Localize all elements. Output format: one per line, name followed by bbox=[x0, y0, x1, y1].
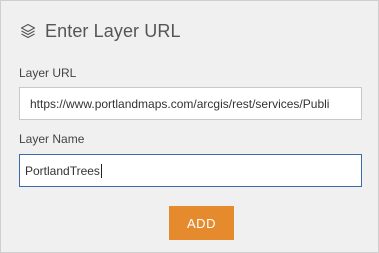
layer-name-value: PortlandTrees bbox=[25, 163, 100, 178]
panel-header: Enter Layer URL bbox=[19, 19, 181, 43]
layer-name-input[interactable]: PortlandTrees bbox=[19, 154, 362, 187]
add-layer-panel: Enter Layer URL Layer URL https://www.po… bbox=[0, 0, 379, 253]
layers-icon bbox=[19, 22, 37, 40]
layer-url-label: Layer URL bbox=[19, 66, 77, 80]
layer-url-value: https://www.portlandmaps.com/arcgis/rest… bbox=[30, 96, 330, 111]
layer-name-label: Layer Name bbox=[19, 132, 85, 146]
add-button[interactable]: ADD bbox=[169, 206, 234, 240]
layer-url-input[interactable]: https://www.portlandmaps.com/arcgis/rest… bbox=[19, 87, 362, 120]
panel-title: Enter Layer URL bbox=[45, 20, 181, 41]
text-caret bbox=[100, 163, 102, 178]
